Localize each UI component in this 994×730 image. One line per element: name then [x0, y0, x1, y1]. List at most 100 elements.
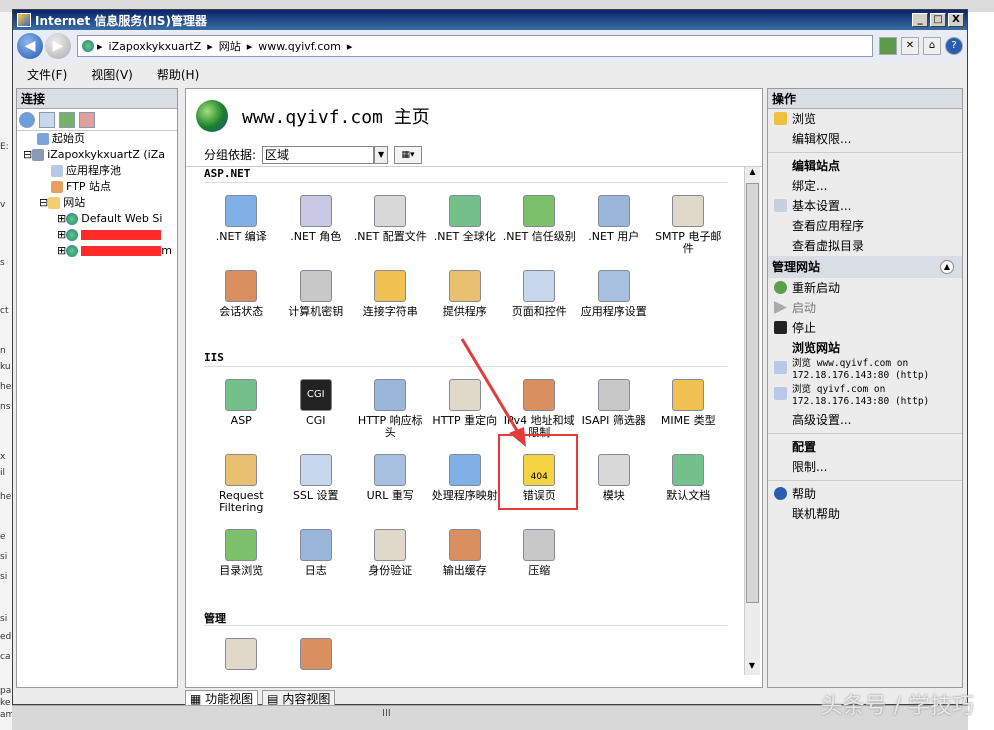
feature-item[interactable]: SSL 设置: [279, 446, 354, 521]
menu-help[interactable]: 帮助(H): [157, 66, 199, 83]
tree-item-start-page[interactable]: 起始页: [17, 131, 177, 147]
maximize-button[interactable]: □: [930, 13, 946, 27]
expand-icon[interactable]: ⊞: [57, 244, 66, 257]
up-icon[interactable]: [59, 111, 75, 128]
feature-label: HTTP 重定向: [432, 414, 498, 427]
action-edit-permissions[interactable]: 编辑权限...: [768, 129, 962, 149]
address-bar[interactable]: ▸ iZapoxkykxuartZ ▸ 网站 ▸ www.qyivf.com ▸: [77, 35, 873, 57]
feature-item[interactable]: .NET 信任级别: [502, 187, 577, 262]
feature-label: 输出缓存: [442, 564, 487, 577]
minimize-button[interactable]: _: [912, 13, 928, 27]
feature-item[interactable]: [204, 630, 279, 675]
feature-item[interactable]: 页面和控件: [502, 262, 577, 337]
menu-view[interactable]: 视图(V): [91, 66, 133, 83]
watermark: 头条号 / 学技巧: [820, 694, 974, 719]
feature-item[interactable]: ASP: [204, 371, 279, 446]
tree-item-redacted-site-2[interactable]: ⊞ m: [17, 243, 177, 259]
action-stop[interactable]: 停止: [768, 318, 962, 338]
view-mode-icon[interactable]: ▦▾: [394, 145, 423, 164]
scroll-down-icon[interactable]: ▼: [745, 661, 759, 675]
collapse-icon[interactable]: ⊟: [23, 148, 32, 161]
tree-item-server[interactable]: ⊟ iZapoxkykxuartZ (iZa: [17, 147, 177, 163]
dropdown-arrow-icon[interactable]: ▼: [374, 145, 389, 164]
feature-item[interactable]: 默认文档: [651, 446, 726, 521]
forward-button[interactable]: ▶: [45, 33, 71, 59]
feature-item[interactable]: 应用程序设置: [577, 262, 652, 337]
feature-item[interactable]: .NET 角色: [279, 187, 354, 262]
action-browse-www[interactable]: 浏览 www.qyivf.com on 172.18.176.143:80 (h…: [768, 358, 962, 384]
connections-header: 连接: [17, 89, 177, 109]
feature-item[interactable]: 计算机密钥: [279, 262, 354, 337]
feature-item[interactable]: 目录浏览: [204, 521, 279, 596]
action-restart[interactable]: 重新启动: [768, 278, 962, 298]
feature-icon: [448, 379, 481, 411]
connect-icon[interactable]: [19, 111, 35, 128]
feature-icon: [299, 454, 332, 486]
save-icon[interactable]: [39, 111, 55, 128]
tree-item-app-pools[interactable]: 应用程序池: [17, 163, 177, 179]
back-button[interactable]: ◀: [17, 33, 43, 59]
feature-item[interactable]: HTTP 重定向: [428, 371, 503, 446]
menu-file[interactable]: 文件(F): [27, 66, 67, 83]
scroll-up-icon[interactable]: ▲: [745, 167, 760, 181]
feature-item[interactable]: URL 重写: [353, 446, 428, 521]
action-browse[interactable]: 浏览: [768, 109, 962, 129]
feature-item[interactable]: 404 错误页: [498, 434, 578, 521]
feature-item[interactable]: 日志: [279, 521, 354, 596]
tree-item-ftp[interactable]: FTP 站点: [17, 179, 177, 195]
action-basic-settings[interactable]: 基本设置...: [768, 196, 962, 216]
feature-item[interactable]: HTTP 响应标头: [353, 371, 428, 446]
scrollbar-thumb[interactable]: [746, 183, 759, 603]
close-button[interactable]: X: [948, 13, 964, 27]
feature-item[interactable]: ISAPI 筛选器: [577, 371, 652, 446]
resize-grip[interactable]: III: [382, 708, 391, 719]
action-view-virtual-dirs[interactable]: 查看虚拟目录: [768, 236, 962, 256]
feature-item[interactable]: 处理程序映射: [428, 446, 503, 521]
expand-icon[interactable]: ⊞: [57, 212, 66, 225]
feature-icon: [597, 379, 630, 411]
help-icon[interactable]: ?: [945, 37, 963, 55]
feature-item[interactable]: CGI CGI: [279, 371, 354, 446]
action-advanced-settings[interactable]: 高级设置...: [768, 410, 962, 430]
action-bindings[interactable]: 绑定...: [768, 176, 962, 196]
action-limits[interactable]: 限制...: [768, 457, 962, 477]
group-by-select[interactable]: 区域: [262, 145, 375, 164]
feature-item[interactable]: 会话状态: [204, 262, 279, 337]
home-icon[interactable]: ⌂: [923, 37, 941, 55]
breadcrumb-sites[interactable]: 网站: [219, 38, 241, 54]
tree-item-redacted-site[interactable]: ⊞: [17, 227, 177, 243]
action-online-help[interactable]: 联机帮助: [768, 504, 962, 524]
feature-item[interactable]: Request Filtering: [204, 446, 279, 521]
refresh-icon[interactable]: [879, 37, 897, 55]
action-browse-root[interactable]: 浏览 qyivf.com on 172.18.176.143:80 (http): [768, 384, 962, 410]
feature-item[interactable]: 身份验证: [353, 521, 428, 596]
feature-item[interactable]: MIME 类型: [651, 371, 726, 446]
breadcrumb-site[interactable]: www.qyivf.com: [258, 40, 341, 53]
delete-connection-icon[interactable]: [79, 111, 95, 128]
feature-item[interactable]: 压缩: [502, 521, 577, 596]
background-window-fragment: s: [0, 258, 5, 268]
feature-item[interactable]: .NET 用户: [577, 187, 652, 262]
feature-item[interactable]: 输出缓存: [428, 521, 503, 596]
feature-item[interactable]: 提供程序: [428, 262, 503, 337]
tree-item-sites[interactable]: ⊟ 网站: [17, 195, 177, 211]
feature-item[interactable]: .NET 全球化: [428, 187, 503, 262]
feature-label: 压缩: [528, 564, 551, 577]
expand-icon[interactable]: ⊞: [57, 228, 66, 241]
feature-item[interactable]: [279, 630, 354, 675]
feature-item[interactable]: 模块: [577, 446, 652, 521]
stop-icon[interactable]: ✕: [901, 37, 919, 55]
vertical-scrollbar[interactable]: ▲ ▼: [744, 167, 760, 675]
feature-item[interactable]: .NET 编译: [204, 187, 279, 262]
feature-item[interactable]: .NET 配置文件: [353, 187, 428, 262]
action-start[interactable]: 启动: [768, 298, 962, 318]
feature-item[interactable]: 连接字符串: [353, 262, 428, 337]
feature-item[interactable]: SMTP 电子邮件: [651, 187, 726, 262]
collapse-icon[interactable]: ▲: [940, 260, 954, 274]
action-view-applications[interactable]: 查看应用程序: [768, 216, 962, 236]
tree-item-default-web-site[interactable]: ⊞ Default Web Si: [17, 211, 177, 227]
breadcrumb-server[interactable]: iZapoxkykxuartZ: [109, 40, 202, 53]
action-help[interactable]: 帮助: [768, 484, 962, 504]
collapse-icon[interactable]: ⊟: [39, 196, 48, 209]
start-icon: [774, 301, 787, 314]
